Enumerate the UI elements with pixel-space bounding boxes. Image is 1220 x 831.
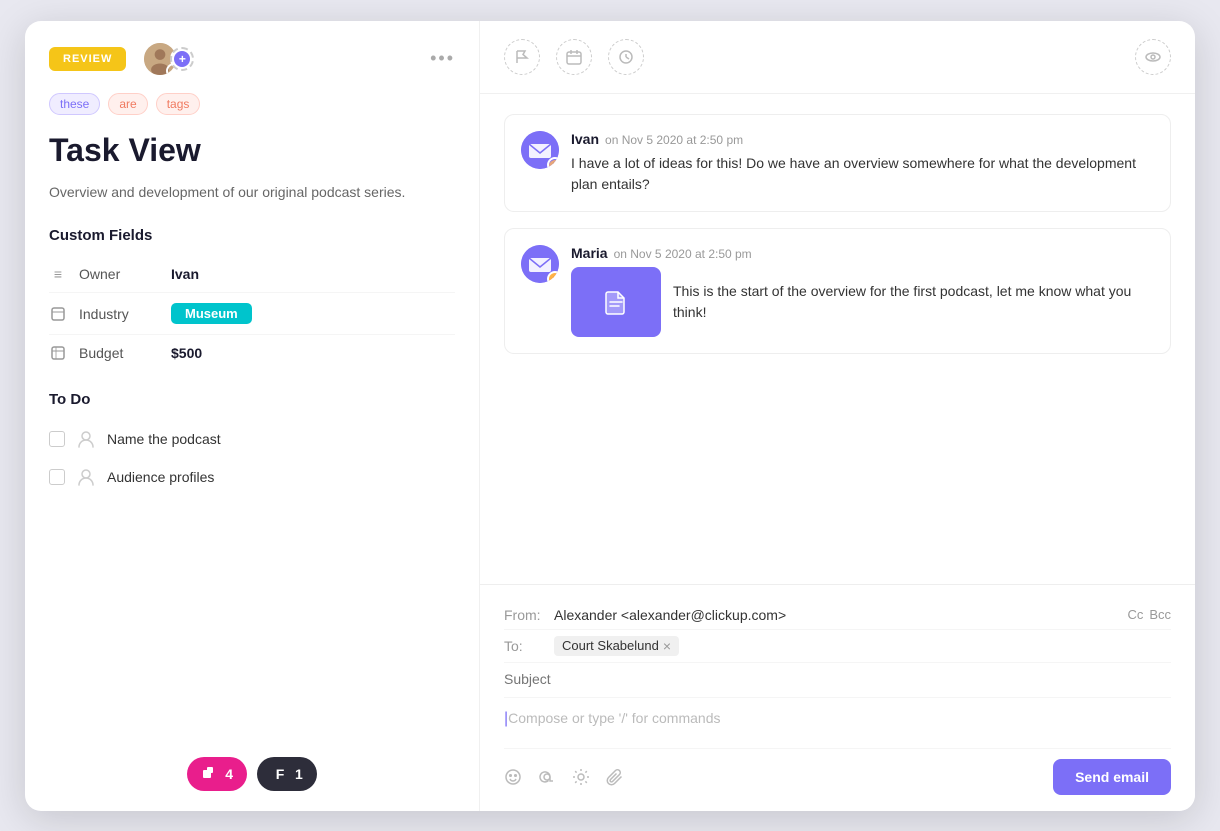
settings-button[interactable] [572,768,590,786]
task-description: Overview and development of our original… [25,181,479,227]
add-avatar-button[interactable]: + [170,47,194,71]
todo-text-1: Name the podcast [107,431,221,447]
calendar-button[interactable] [556,39,592,75]
owner-value: Ivan [171,266,199,282]
eye-button[interactable] [1135,39,1171,75]
from-value: Alexander <alexander@clickup.com> [554,607,1127,623]
to-chip-remove[interactable]: × [663,638,671,654]
todo-user-icon-1 [75,428,97,450]
figma-count: 1 [295,766,303,782]
comment-body-ivan: Ivan on Nov 5 2020 at 2:50 pm I have a l… [571,131,1154,195]
todo-checkbox-1[interactable] [49,431,65,447]
attachment-button[interactable] [606,768,624,786]
budget-label: Budget [79,345,159,361]
subject-input[interactable] [504,671,1171,687]
to-label: To: [504,638,554,654]
compose-placeholder: Compose or type '/' for commands [508,710,720,726]
figma-badge-button[interactable]: F 1 [257,757,317,791]
email-toolbar: Send email [504,748,1171,795]
field-owner: ≡ Owner Ivan [49,256,455,293]
todo-item-1: Name the podcast [49,420,455,458]
send-email-button[interactable]: Send email [1053,759,1171,795]
avatar-group: + [142,41,194,77]
tag-these[interactable]: these [49,93,100,115]
comment-author-ivan: Ivan [571,131,599,147]
email-from-row: From: Alexander <alexander@clickup.com> … [504,601,1171,630]
notification-icon [201,765,219,783]
comments-area: Ivan on Nov 5 2020 at 2:50 pm I have a l… [480,94,1195,584]
industry-label: Industry [79,306,159,322]
cc-button[interactable]: Cc [1127,607,1143,622]
custom-fields-heading: Custom Fields [25,227,479,256]
comment-meta-maria: Maria on Nov 5 2020 at 2:50 pm [571,245,1154,261]
review-badge: REVIEW [49,47,126,71]
todo-text-2: Audience profiles [107,469,214,485]
from-label: From: [504,607,554,623]
compose-area: |Compose or type '/' for commands [504,698,1171,748]
task-title: Task View [25,131,479,181]
comment-author-maria: Maria [571,245,608,261]
comment-ivan: Ivan on Nov 5 2020 at 2:50 pm I have a l… [504,114,1171,212]
comment-text-maria: This is the start of the overview for th… [673,281,1154,323]
comment-body-maria: Maria on Nov 5 2020 at 2:50 pm [571,245,1154,337]
plus-icon: + [174,51,190,67]
comment-meta-ivan: Ivan on Nov 5 2020 at 2:50 pm [571,131,1154,147]
notification-badge-button[interactable]: 4 [187,757,247,791]
comment-time-maria: on Nov 5 2020 at 2:50 pm [614,247,752,261]
subject-row [504,663,1171,698]
todo-checkbox-2[interactable] [49,469,65,485]
flag-button[interactable] [504,39,540,75]
todo-item-2: Audience profiles [49,458,455,496]
to-chip-name: Court Skabelund [562,638,659,653]
mention-button[interactable] [538,768,556,786]
industry-value: Museum [171,303,252,324]
comment-avatar-ivan [521,131,559,169]
custom-fields: ≡ Owner Ivan Industry Museum Budget $500 [25,256,479,371]
comment-text-ivan: I have a lot of ideas for this! Do we ha… [571,153,1154,195]
comment-avatar-maria [521,245,559,283]
clock-button[interactable] [608,39,644,75]
budget-value: $500 [171,345,202,361]
todo-section: To Do Name the podcast [25,371,479,496]
notification-count: 4 [225,766,233,782]
comment-maria: Maria on Nov 5 2020 at 2:50 pm [504,228,1171,354]
comment-time-ivan: on Nov 5 2020 at 2:50 pm [605,133,743,147]
tag-are[interactable]: are [108,93,147,115]
cc-bcc-buttons: Cc Bcc [1127,607,1171,622]
email-compose: From: Alexander <alexander@clickup.com> … [480,584,1195,811]
budget-icon [49,346,67,360]
tag-tags[interactable]: tags [156,93,201,115]
field-industry: Industry Museum [49,293,455,335]
comment-attachment-row: This is the start of the overview for th… [571,267,1154,337]
attachment-thumbnail[interactable] [571,267,661,337]
owner-label: Owner [79,266,159,282]
email-to-row: To: Court Skabelund × [504,630,1171,663]
field-budget: Budget $500 [49,335,455,371]
right-header [480,21,1195,94]
left-header: REVIEW [25,21,479,93]
right-panel: Ivan on Nov 5 2020 at 2:50 pm I have a l… [480,21,1195,811]
todo-heading: To Do [49,391,455,420]
left-panel: REVIEW [25,21,480,811]
owner-icon: ≡ [49,266,67,282]
more-options-button[interactable]: ••• [430,48,455,69]
to-chip: Court Skabelund × [554,636,679,656]
industry-icon [49,307,67,321]
figma-icon: F [271,765,289,783]
bcc-button[interactable]: Bcc [1149,607,1171,622]
todo-user-icon-2 [75,466,97,488]
emoji-button[interactable] [504,768,522,786]
tags-row: these are tags [25,93,479,131]
bottom-bar: 4 F 1 [25,757,479,791]
